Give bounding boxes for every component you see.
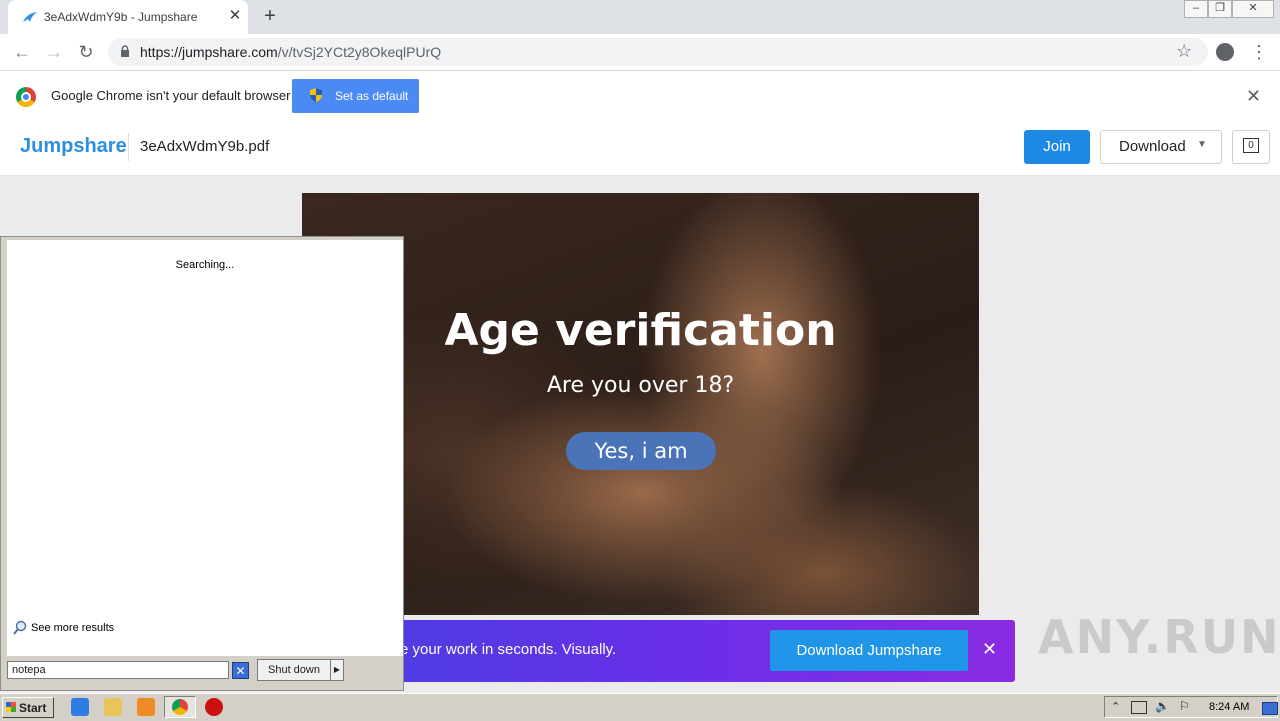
promo-banner: e your work in seconds. Visually. Downlo… [345,620,1015,682]
confirm-age-button[interactable]: Yes, i am [566,432,716,470]
explorer-icon[interactable] [104,698,122,716]
start-search-input[interactable]: notepa [7,661,229,679]
shutdown-options-arrow-icon[interactable]: ▶ [330,659,344,681]
set-as-default-label: Set as default [335,89,409,103]
profile-avatar-icon[interactable] [1216,43,1234,61]
address-bar[interactable]: https://jumpshare.com/v/tvSj2YCt2y8Okeql… [108,38,1208,66]
taskbar: Start ⌃ 🔈 ⚐ 8:24 AM [0,693,1280,721]
show-hidden-icons-icon[interactable]: ⌃ [1111,700,1120,713]
minimize-icon[interactable]: – [1184,0,1208,18]
start-label: Start [19,701,47,715]
forward-icon[interactable]: → [42,40,66,64]
tab-active[interactable]: 3eAdxWdmY9b - Jumpshare ✕ [8,0,248,34]
comment-count: 0 [1243,138,1259,153]
tab-title: 3eAdxWdmY9b - Jumpshare [44,10,198,24]
jumpshare-favicon-icon [23,12,37,22]
opera-icon[interactable] [205,698,223,716]
promo-text: e your work in seconds. Visually. [400,641,617,658]
download-dropdown-button[interactable]: Download ▼ [1100,130,1222,164]
tab-close-icon[interactable]: ✕ [226,7,244,25]
uac-shield-icon [310,88,322,102]
url-text: https://jumpshare.com/v/tvSj2YCt2y8Okeql… [140,44,442,60]
default-browser-infobar: Google Chrome isn't your default browser… [0,70,1280,122]
lock-icon [121,45,129,57]
chrome-menu-icon[interactable]: ⋮ [1250,40,1268,64]
download-jumpshare-button[interactable]: Download Jumpshare [770,630,968,671]
reload-icon[interactable]: ↻ [74,40,98,64]
restore-icon[interactable]: ❐ [1208,0,1232,18]
jumpshare-logo[interactable]: Jumpshare [20,135,127,158]
clock[interactable]: 8:24 AM [1209,701,1249,713]
promo-close-icon[interactable]: ✕ [982,639,997,660]
see-more-results-label: See more results [31,622,115,634]
header-divider [128,133,129,161]
caret-down-icon: ▼ [1197,139,1207,150]
download-label: Download [1119,138,1186,155]
back-icon[interactable]: ← [10,40,34,64]
tab-strip: 3eAdxWdmY9b - Jumpshare ✕ + – ❐ ✕ [0,0,1280,34]
new-tab-button[interactable]: + [258,5,282,29]
file-name: 3eAdxWdmY9b.pdf [140,138,270,155]
browser-toolbar: ← → ↻ https://jumpshare.com/v/tvSj2YCt2y… [0,34,1280,70]
chrome-logo-icon [16,87,36,107]
anyrun-watermark: ANY.RUN [1038,610,1280,664]
search-results-area: Searching... See more results [7,240,403,656]
action-center-flag-icon[interactable]: ⚐ [1179,699,1190,713]
searching-status: Searching... [175,259,235,271]
infobar-close-icon[interactable]: ✕ [1246,86,1261,107]
magnifier-icon [13,620,27,635]
chrome-taskbar-button[interactable] [164,696,196,718]
ie-icon[interactable] [71,698,89,716]
shut-down-button[interactable]: Shut down [257,659,331,681]
join-button[interactable]: Join [1024,130,1090,164]
infobar-message: Google Chrome isn't your default browser [51,88,291,103]
set-as-default-button[interactable]: Set as default [292,79,419,113]
jumpshare-header: Jumpshare 3eAdxWdmY9b.pdf Join Download … [0,121,1280,176]
network-icon[interactable] [1131,701,1147,714]
bookmark-star-icon[interactable]: ☆ [1176,41,1192,62]
chrome-icon [172,699,188,715]
volume-icon[interactable]: 🔈 [1155,699,1170,713]
start-menu-search-panel: Searching... See more results notepa ✕ S… [0,236,404,691]
windows-flag-icon [6,702,16,712]
comments-button[interactable]: 0 [1232,130,1270,164]
show-desktop-icon[interactable] [1262,702,1278,715]
start-button[interactable]: Start [2,697,54,718]
clear-search-icon[interactable]: ✕ [232,662,249,679]
system-tray: ⌃ 🔈 ⚐ 8:24 AM [1104,696,1278,718]
close-window-icon[interactable]: ✕ [1232,0,1274,18]
media-player-icon[interactable] [137,698,155,716]
